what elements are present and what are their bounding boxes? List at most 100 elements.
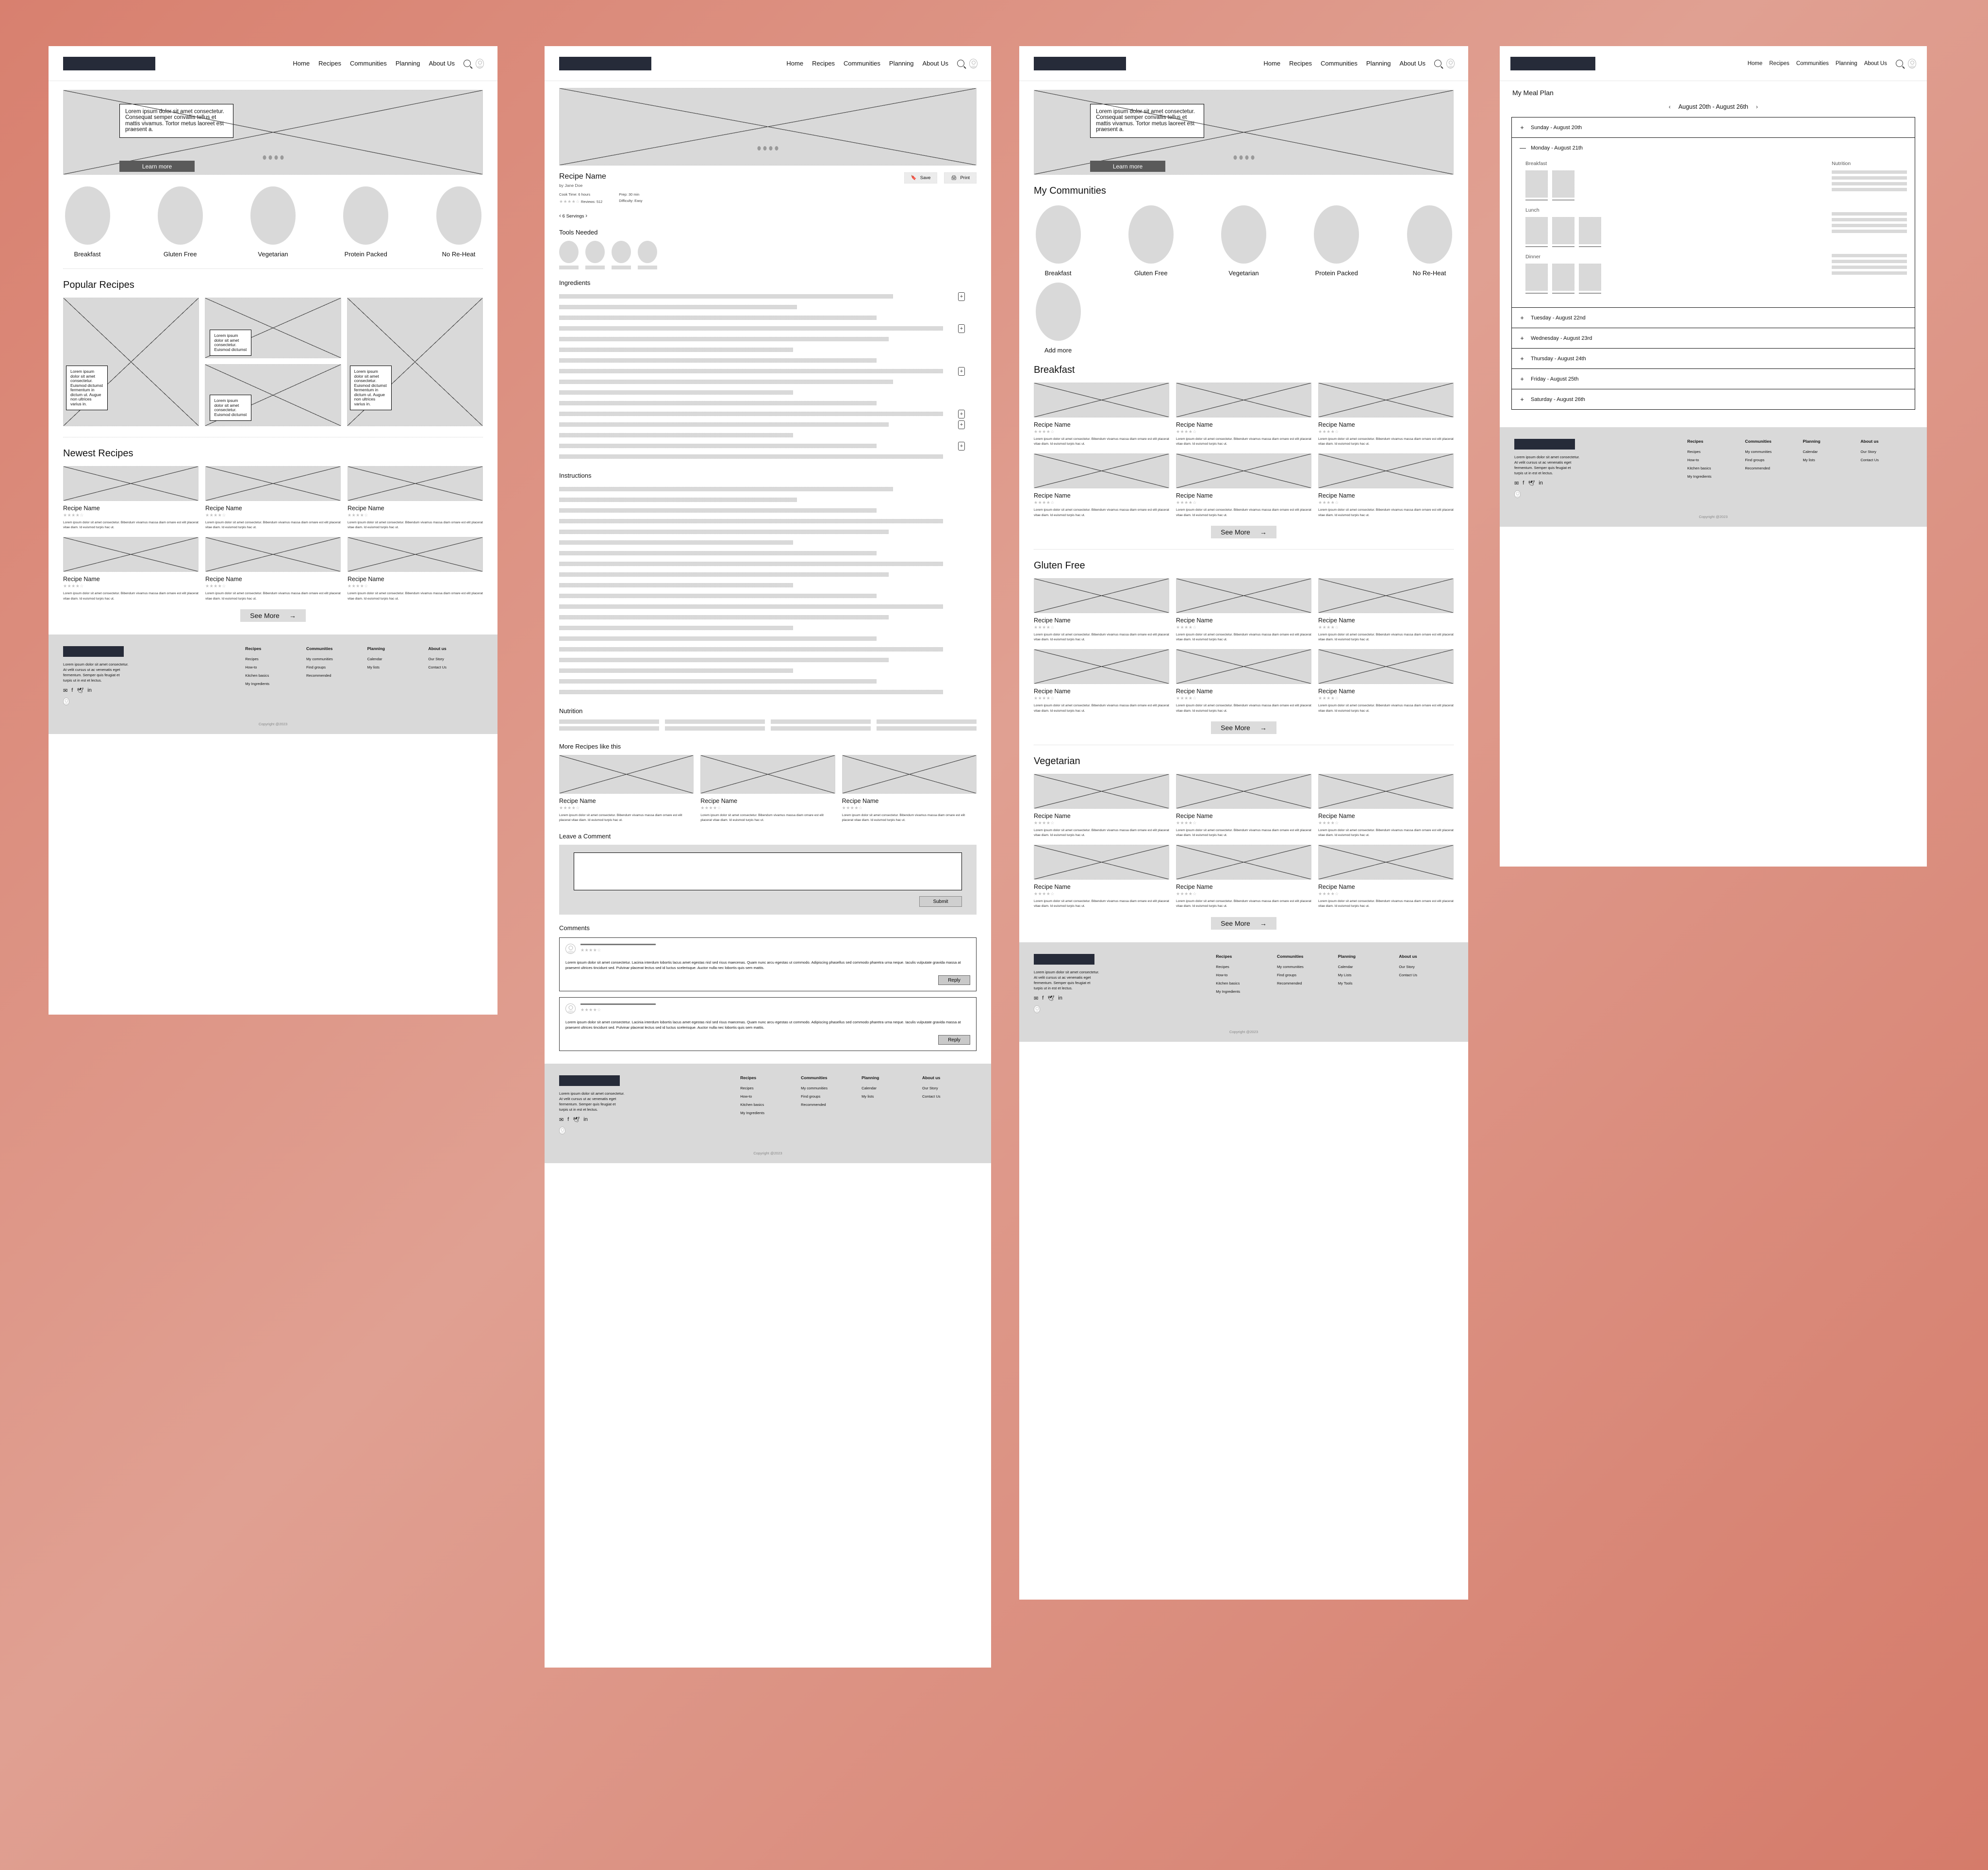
footer-link[interactable]: Calendar [1338,965,1393,969]
recipe-card[interactable]: Recipe Name ★★★★☆ Lorem ipsum dolor sit am… [205,466,341,530]
footer-link[interactable]: My Ingredients [740,1111,795,1115]
category-vegetarian[interactable]: Vegetarian [249,186,298,258]
category-gluten-free[interactable]: Gluten Free [156,186,204,258]
carousel-dots[interactable] [757,146,779,150]
recipe-card[interactable]: Recipe Name ★★★★☆ Lorem ipsum dolor sit am… [1176,453,1311,518]
recipe-card[interactable]: Recipe Name ★★★★☆ Lorem ipsum dolor sit am… [1318,773,1454,838]
nav-link-recipes[interactable]: Recipes [812,60,835,67]
facebook-icon[interactable]: f [71,687,73,694]
facebook-icon[interactable]: f [567,1117,569,1123]
footer-link[interactable]: My communities [1277,965,1332,969]
mail-icon[interactable]: ✉ [1514,480,1519,486]
meal-item[interactable] [1579,264,1601,294]
recipe-card[interactable]: Recipe Name ★★★★☆ Lorem ipsum dolor sit am… [1318,383,1454,447]
community-no-reheat[interactable]: No Re-Heat [1405,205,1454,277]
recipe-card[interactable]: Recipe Name ★★★★☆ Lorem ipsum dolor sit am… [63,537,199,601]
plan-day-header[interactable]: — Monday - August 21th [1512,138,1915,158]
see-more-button[interactable]: See More → [1211,721,1276,734]
footer-link[interactable]: How-to [1216,973,1271,977]
footer-link[interactable]: My lists [1803,458,1855,462]
footer-link[interactable]: My lists [367,665,422,669]
footer-link[interactable]: Find groups [1277,973,1332,977]
footer-link[interactable]: How-to [1687,458,1739,462]
chevron-left-icon[interactable]: ‹ [559,212,561,219]
footer-link[interactable]: Our Story [1399,965,1454,969]
print-button[interactable]: 🖨 Print [944,172,977,184]
footer-link[interactable]: Recipes [740,1086,795,1090]
add-ingredient-button[interactable]: + [958,292,965,301]
footer-link[interactable]: Our Story [428,657,483,661]
recipe-card[interactable]: Recipe Name ★★★★☆ Lorem ipsum dolor sit am… [1176,773,1311,838]
footer-link[interactable]: Recipes [1687,450,1739,454]
footer-link[interactable]: Calendar [861,1086,916,1090]
nav-link-communities[interactable]: Communities [844,60,880,67]
tool-item[interactable] [559,240,579,269]
plan-day-header[interactable]: + Thursday - August 24th [1512,349,1915,368]
chevron-left-icon[interactable]: ‹ [1669,103,1671,110]
footer-link[interactable]: Recipes [245,657,300,661]
plus-icon[interactable]: + [1520,124,1524,131]
comment-textarea[interactable] [574,852,962,891]
servings-stepper[interactable]: ‹ 6 Servings › [545,205,991,219]
reply-button[interactable]: Reply [938,1035,970,1045]
footer-link[interactable]: Calendar [1803,450,1855,454]
meal-item[interactable] [1525,217,1548,247]
plan-day-header[interactable]: + Saturday - August 26th [1512,389,1915,409]
recipe-card[interactable]: Recipe Name ★★★★☆ Lorem ipsum dolor sit am… [1176,845,1311,909]
logo[interactable] [1034,56,1126,70]
footer-link[interactable]: My Ingredients [245,682,300,686]
carousel-dots[interactable] [1233,155,1254,160]
minus-icon[interactable]: — [1520,144,1526,151]
plus-icon[interactable]: + [1520,334,1524,342]
footer-link[interactable]: My Lists [1338,973,1393,977]
recipe-card[interactable]: Recipe Name ★★★★☆ Lorem ipsum dolor sit am… [63,466,199,530]
footer-link[interactable]: Find groups [306,665,361,669]
add-ingredient-button[interactable]: + [958,441,965,451]
nav-link-communities[interactable]: Communities [1321,60,1358,67]
category-protein-packed[interactable]: Protein Packed [342,186,390,258]
footer-link[interactable]: How-to [740,1094,795,1099]
nav-link-home[interactable]: Home [293,60,310,67]
search-icon[interactable] [1434,60,1441,67]
footer-link[interactable]: Our Story [922,1086,977,1090]
plus-icon[interactable]: + [1520,375,1524,383]
save-button[interactable]: 🔖 Save [904,172,938,184]
footer-link[interactable]: Recommended [801,1102,855,1107]
recipe-card[interactable]: Recipe Name ★★★★☆ Lorem ipsum dolor sit am… [559,754,694,823]
meal-item[interactable] [1552,170,1574,200]
linkedin-icon[interactable]: in [1058,995,1062,1002]
chevron-right-icon[interactable]: › [585,212,587,219]
nav-link-planning[interactable]: Planning [396,60,420,67]
avatar-icon[interactable] [476,58,484,68]
recipe-card[interactable]: Recipe Name ★★★★☆ Lorem ipsum dolor sit am… [205,537,341,601]
twitter-icon[interactable]: 🕊 [1047,995,1054,1002]
footer-link[interactable]: My Ingredients [1687,474,1739,479]
footer-link[interactable]: Kitchen basics [245,673,300,678]
meal-item[interactable] [1552,217,1574,247]
carousel-dots[interactable] [263,155,283,160]
nav-link-communities[interactable]: Communities [1796,61,1829,67]
nav-link-about[interactable]: About Us [1864,61,1887,67]
nav-link-recipes[interactable]: Recipes [1289,60,1312,67]
footer-avatar-icon[interactable] [63,697,69,705]
submit-button[interactable]: Submit [919,896,962,907]
footer-link[interactable]: Recommended [1745,466,1797,470]
recipe-card[interactable]: Recipe Name ★★★★☆ Lorem ipsum dolor sit am… [700,754,835,823]
facebook-icon[interactable]: f [1523,480,1524,486]
meal-item[interactable] [1525,264,1548,294]
nav-link-about[interactable]: About Us [1400,60,1425,67]
recipe-card[interactable]: Recipe Name ★★★★☆ Lorem ipsum dolor sit am… [1034,773,1169,838]
mail-icon[interactable]: ✉ [559,1117,563,1123]
linkedin-icon[interactable]: in [1539,480,1543,486]
meal-item[interactable] [1525,170,1548,200]
see-more-button[interactable]: See More → [1211,525,1276,538]
footer-avatar-icon[interactable] [1514,490,1521,498]
category-no-reheat[interactable]: No Re-Heat [434,186,483,258]
recipe-card[interactable]: Recipe Name ★★★★☆ Lorem ipsum dolor sit am… [1034,383,1169,447]
footer-link[interactable]: Our Story [1860,450,1912,454]
footer-link[interactable]: Contact Us [1399,973,1454,977]
add-more-community[interactable]: Add more [1034,283,1082,354]
avatar-icon[interactable] [1908,58,1916,68]
footer-link[interactable]: Kitchen basics [740,1102,795,1107]
plus-icon[interactable]: + [1520,314,1524,321]
